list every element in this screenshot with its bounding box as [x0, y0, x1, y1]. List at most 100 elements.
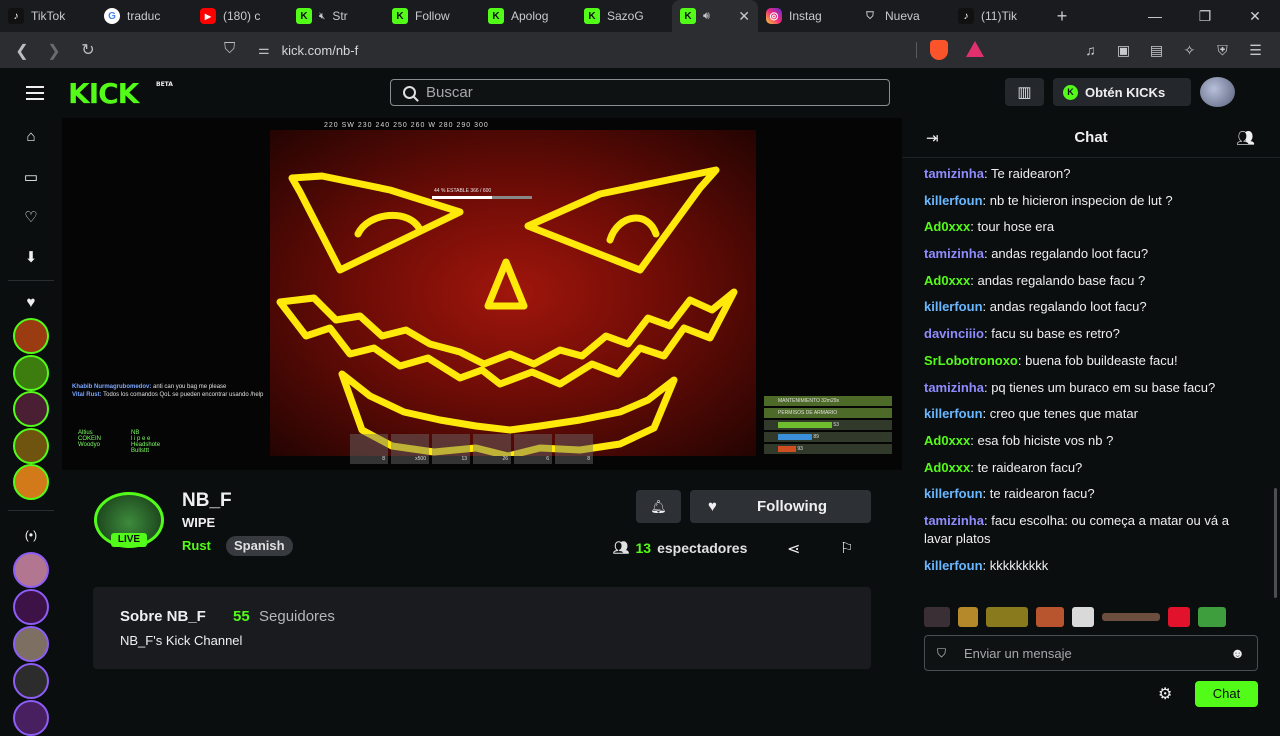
- minimize-icon[interactable]: —: [1130, 8, 1180, 25]
- speaker-icon[interactable]: 🔊︎: [703, 10, 710, 23]
- share-icon[interactable]: ⋖: [787, 539, 800, 559]
- followed-channel-avatar[interactable]: [13, 428, 49, 464]
- sidebar-icon[interactable]: ▣: [1107, 42, 1140, 59]
- emote[interactable]: [1072, 607, 1094, 627]
- followed-channel-avatar[interactable]: [13, 464, 49, 500]
- chat-text: esa fob hiciste vos nb ?: [977, 432, 1114, 448]
- streamer-name[interactable]: NB_F: [182, 490, 232, 512]
- vods-icon[interactable]: ⬇: [21, 248, 41, 266]
- address-bar[interactable]: ⚌ kick.com/nb-f: [258, 36, 918, 64]
- follow-button[interactable]: ♥ Following: [690, 490, 871, 523]
- recommended-channel-avatar[interactable]: [13, 589, 49, 625]
- emote[interactable]: [1036, 607, 1064, 627]
- chat-username[interactable]: Ad0xxx: [924, 460, 970, 475]
- language-tag[interactable]: Spanish: [226, 536, 293, 556]
- get-kicks-button[interactable]: K Obtén KICKs: [1053, 78, 1191, 106]
- report-icon[interactable]: ⚐: [840, 539, 853, 557]
- emoji-icon[interactable]: ☻: [1230, 645, 1245, 661]
- chat-username[interactable]: killerfoun: [924, 406, 983, 421]
- search-icon: [403, 86, 416, 99]
- search-input[interactable]: [426, 84, 866, 101]
- browser-tab[interactable]: K Follow: [384, 0, 480, 32]
- following-icon[interactable]: ♡: [21, 208, 41, 226]
- recommended-channel-avatar[interactable]: [13, 552, 49, 588]
- browser-tab[interactable]: ⛉ Nueva: [854, 0, 950, 32]
- emote[interactable]: [1168, 607, 1190, 627]
- followed-channel-avatar[interactable]: [13, 391, 49, 427]
- leo-icon[interactable]: ✧: [1173, 42, 1206, 59]
- close-tab-icon[interactable]: ✕: [738, 8, 750, 25]
- chat-username[interactable]: Ad0xxx: [924, 273, 970, 288]
- chat-username[interactable]: SrLobotronoxo: [924, 353, 1018, 368]
- browser-tab[interactable]: ♪ (11)Tik: [950, 0, 1046, 32]
- chat-username[interactable]: killerfoun: [924, 486, 983, 501]
- chat-username[interactable]: tamizinha: [924, 380, 984, 395]
- category-link[interactable]: Rust: [182, 538, 211, 553]
- emote[interactable]: [986, 607, 1028, 627]
- brave-shields-icon[interactable]: [930, 40, 948, 60]
- chat-username[interactable]: killerfoun: [924, 558, 983, 573]
- chat-scrollbar[interactable]: [1274, 488, 1277, 598]
- menu-icon[interactable]: ☰: [1239, 42, 1272, 59]
- followed-channel-avatar[interactable]: [13, 318, 49, 354]
- reload-icon[interactable]: ↻: [72, 40, 104, 60]
- chat-username[interactable]: killerfoun: [924, 193, 983, 208]
- pumpkin-face-graphic: [276, 166, 738, 460]
- bookmark-icon[interactable]: ⛉: [224, 40, 235, 57]
- browser-tab[interactable]: K Apolog: [480, 0, 576, 32]
- browser-tab[interactable]: ◎ Instag: [758, 0, 854, 32]
- chat-message-input[interactable]: [964, 645, 1201, 661]
- search-box[interactable]: [390, 79, 890, 106]
- recommended-channel-avatar[interactable]: [13, 626, 49, 662]
- brave-rewards-icon[interactable]: [966, 41, 984, 57]
- chat-username[interactable]: davinciiio: [924, 326, 984, 341]
- site-settings-icon[interactable]: ⚌: [258, 42, 270, 58]
- chat-username[interactable]: tamizinha: [924, 513, 984, 528]
- kick-logo[interactable]: KICK BETA: [68, 77, 173, 110]
- recommended-channel-avatar[interactable]: [13, 663, 49, 699]
- video-player[interactable]: 220 SW 230 240 250 260 W 280 290 300 44 …: [62, 118, 902, 470]
- browse-icon[interactable]: ▭: [21, 168, 41, 186]
- home-icon[interactable]: ⌂: [21, 128, 41, 145]
- close-window-icon[interactable]: ✕: [1230, 8, 1280, 25]
- chat-separator: :: [982, 406, 990, 422]
- browser-tab[interactable]: ♪ TikTok: [0, 0, 96, 32]
- chat-input-box[interactable]: ⛉ ☻: [924, 635, 1258, 671]
- browser-tab[interactable]: K 🔊︎ ✕: [672, 0, 758, 32]
- browser-tab[interactable]: ▶ (180) c: [192, 0, 288, 32]
- browser-tab[interactable]: Gtraduc: [96, 0, 192, 32]
- chat-username[interactable]: tamizinha: [924, 166, 984, 181]
- emote[interactable]: [924, 607, 950, 627]
- chat-username[interactable]: Ad0xxx: [924, 433, 970, 448]
- chat-users-icon[interactable]: 👥︎: [1236, 129, 1255, 147]
- notification-button[interactable]: 🔔︎: [636, 490, 681, 523]
- chat-username[interactable]: tamizinha: [924, 246, 984, 261]
- muted-icon[interactable]: 🔇︎: [319, 11, 325, 22]
- browser-tab[interactable]: K SazoG: [576, 0, 672, 32]
- emote[interactable]: [1102, 613, 1160, 621]
- chat-username[interactable]: Ad0xxx: [924, 219, 970, 234]
- restore-icon[interactable]: ❐: [1180, 8, 1230, 25]
- chat-settings-icon[interactable]: ⚙: [1158, 684, 1172, 704]
- chat-username[interactable]: killerfoun: [924, 299, 983, 314]
- browser-tab[interactable]: K 🔇︎ Str: [288, 0, 384, 32]
- wallet-icon[interactable]: ▤: [1140, 42, 1173, 59]
- tiktok-favicon-icon: ♪: [958, 8, 974, 24]
- recommended-channel-avatar[interactable]: [13, 700, 49, 736]
- chat-rules-icon[interactable]: ⛉: [937, 646, 946, 661]
- hamburger-menu-icon[interactable]: [26, 86, 44, 104]
- new-tab-button[interactable]: +: [1046, 6, 1078, 27]
- chat-separator: :: [983, 166, 991, 181]
- chat-send-button[interactable]: Chat: [1195, 681, 1258, 707]
- followed-channel-avatar[interactable]: [13, 355, 49, 391]
- tab-label: Apolog: [511, 9, 549, 23]
- browse-button[interactable]: ▥: [1005, 78, 1044, 106]
- user-avatar[interactable]: [1200, 77, 1235, 107]
- emote[interactable]: [1198, 607, 1226, 627]
- vpn-icon[interactable]: ⛨: [1206, 42, 1239, 59]
- emote[interactable]: [958, 607, 978, 627]
- back-icon[interactable]: ❮: [6, 41, 38, 61]
- media-icon[interactable]: ♫: [1074, 42, 1107, 58]
- kick-favicon-icon: K: [584, 8, 600, 24]
- forward-icon[interactable]: ❯: [38, 41, 70, 61]
